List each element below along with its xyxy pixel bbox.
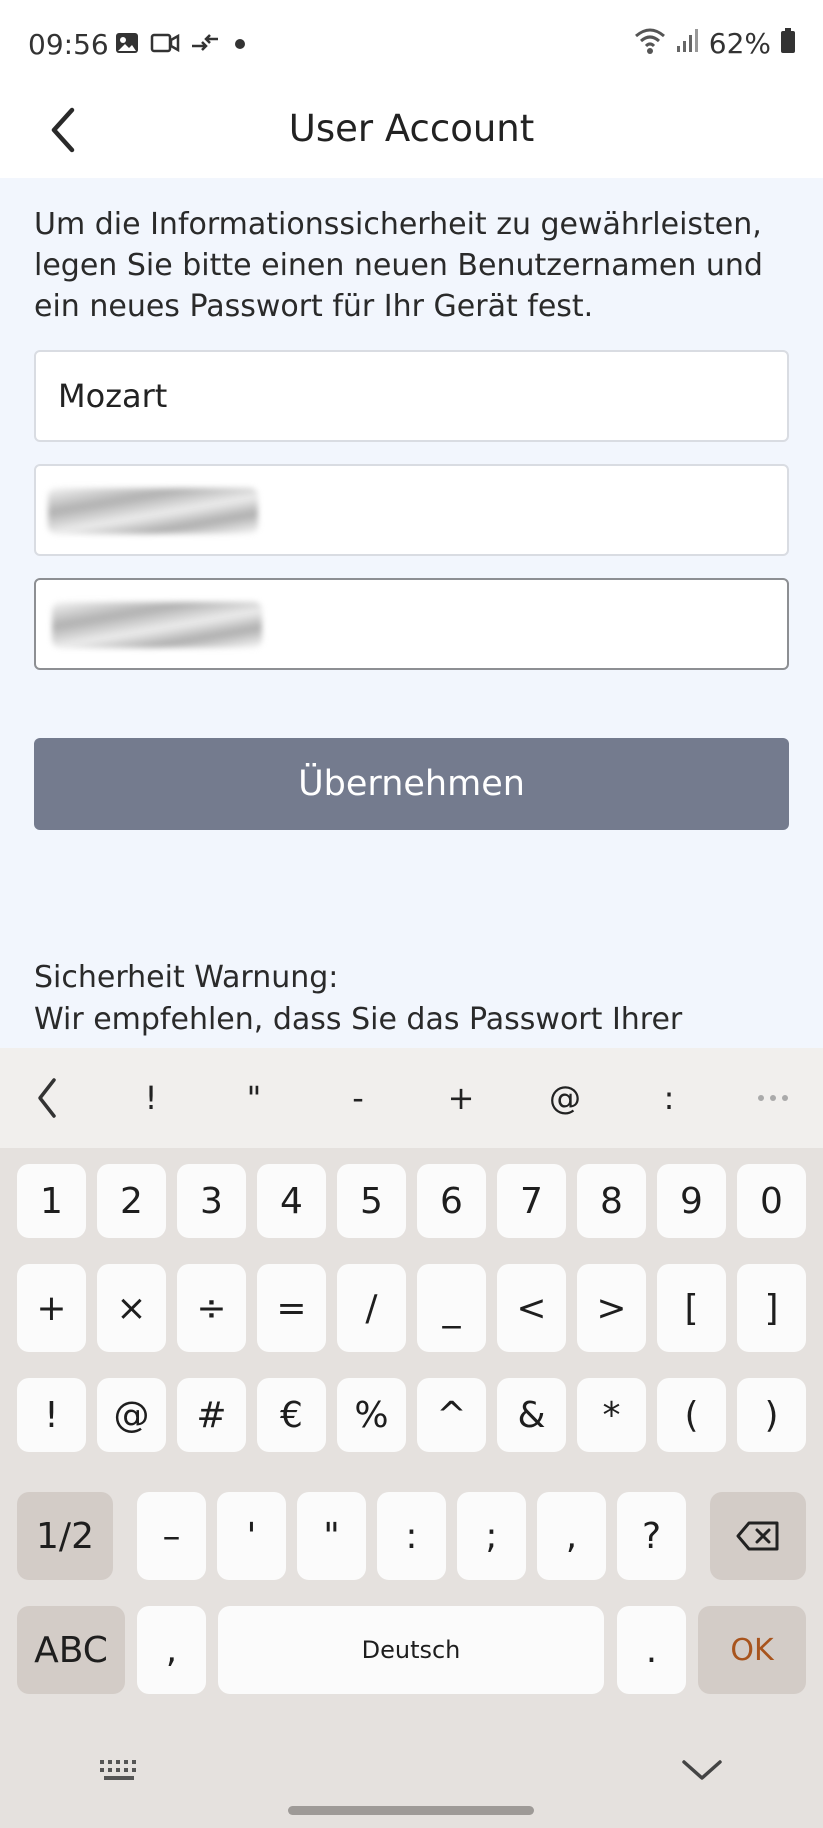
status-right-icons: 62% (633, 26, 797, 60)
warning-title: Sicherheit Warnung: (34, 960, 339, 995)
username-field[interactable]: Mozart (34, 350, 789, 442)
key[interactable]: / (337, 1264, 406, 1352)
key[interactable]: 5 (337, 1164, 406, 1238)
key[interactable]: € (257, 1378, 326, 1452)
keyboard: ! " - + @ : 1 2 3 4 5 6 7 8 9 0 + × ÷ = / _ < >[]! @ # €% ^ & *… (0, 1048, 823, 1828)
page-title: User Account (288, 107, 535, 150)
redacted-password-confirm (52, 602, 262, 648)
key[interactable]: – (137, 1492, 206, 1580)
key[interactable]: < (497, 1264, 566, 1352)
key[interactable]: 3 (177, 1164, 246, 1238)
status-left-icons (114, 30, 250, 60)
key[interactable]: ^ (417, 1378, 486, 1452)
app-bar: User Account (0, 92, 823, 178)
key[interactable]: 0 (737, 1164, 806, 1238)
period-key[interactable]: . (617, 1606, 686, 1694)
dot-icon (230, 30, 250, 60)
data-transfer-icon (190, 30, 220, 60)
redacted-password (48, 488, 258, 534)
page-toggle-key[interactable]: 1/2 (17, 1492, 113, 1580)
submit-button[interactable]: Übernehmen (34, 738, 789, 830)
wifi-icon (633, 26, 667, 60)
toolbar-key[interactable]: + (426, 1048, 496, 1148)
toolbar-key[interactable]: " (219, 1048, 289, 1148)
confirm-password-field[interactable] (34, 578, 789, 670)
backspace-icon (736, 1521, 779, 1551)
key[interactable]: # (177, 1378, 246, 1452)
key[interactable]: ? (617, 1492, 686, 1580)
key[interactable]: 9 (657, 1164, 726, 1238)
key[interactable]: 1 (17, 1164, 86, 1238)
key[interactable]: * (577, 1378, 646, 1452)
key[interactable]: ! (17, 1378, 86, 1452)
key[interactable]: _ (417, 1264, 486, 1352)
keyboard-icon (100, 1760, 136, 1780)
toolbar-collapse-button[interactable] (12, 1048, 82, 1148)
status-bar: 09:56 62% (0, 0, 823, 92)
battery-percent: 62% (708, 26, 771, 60)
key[interactable]: ' (217, 1492, 286, 1580)
gallery-icon (114, 30, 140, 60)
video-call-icon (150, 30, 180, 60)
comma-key[interactable]: , (137, 1606, 206, 1694)
key[interactable]: ( (657, 1378, 726, 1452)
key[interactable]: 8 (577, 1164, 646, 1238)
chevron-left-icon (38, 1078, 56, 1118)
username-value: Mozart (58, 377, 168, 415)
hide-keyboard-button[interactable] (680, 1756, 724, 1790)
home-indicator[interactable] (288, 1806, 534, 1815)
toolbar-key[interactable]: - (323, 1048, 393, 1148)
password-field[interactable] (34, 464, 789, 556)
chevron-down-icon (682, 1760, 722, 1780)
toolbar-key[interactable]: ! (116, 1048, 186, 1148)
key[interactable]: 7 (497, 1164, 566, 1238)
ok-key[interactable]: OK (698, 1606, 806, 1694)
key[interactable]: × (97, 1264, 166, 1352)
keyboard-toolbar: ! " - + @ : (0, 1048, 823, 1148)
key[interactable]: : (377, 1492, 446, 1580)
toolbar-key[interactable]: : (634, 1048, 704, 1148)
warning-text: Wir empfehlen, dass Sie das Passwort Ihr… (34, 1002, 683, 1037)
key[interactable]: + (17, 1264, 86, 1352)
keyboard-switch-button[interactable] (96, 1756, 144, 1790)
key[interactable]: " (297, 1492, 366, 1580)
account-form: Um die Informationssicherheit zu gewährl… (0, 178, 823, 1048)
key[interactable]: [ (657, 1264, 726, 1352)
battery-icon (779, 26, 797, 60)
abc-key[interactable]: ABC (17, 1606, 125, 1694)
key[interactable]: ] (737, 1264, 806, 1352)
status-time: 09:56 (28, 28, 109, 61)
key[interactable]: % (337, 1378, 406, 1452)
more-options-button[interactable] (738, 1048, 808, 1148)
key[interactable]: ÷ (177, 1264, 246, 1352)
key[interactable]: @ (97, 1378, 166, 1452)
space-key[interactable]: Deutsch (218, 1606, 604, 1694)
signal-icon (675, 26, 701, 60)
key[interactable]: 6 (417, 1164, 486, 1238)
info-text: Um die Informationssicherheit zu gewährl… (34, 207, 763, 324)
toolbar-key[interactable]: @ (530, 1048, 600, 1148)
key[interactable]: 4 (257, 1164, 326, 1238)
key[interactable]: ; (457, 1492, 526, 1580)
key[interactable]: , (537, 1492, 606, 1580)
key[interactable]: ) (737, 1378, 806, 1452)
key[interactable]: 2 (97, 1164, 166, 1238)
more-horizontal-icon (758, 1095, 788, 1101)
backspace-key[interactable] (710, 1492, 806, 1580)
key[interactable]: & (497, 1378, 566, 1452)
key[interactable]: = (257, 1264, 326, 1352)
key[interactable]: > (577, 1264, 646, 1352)
